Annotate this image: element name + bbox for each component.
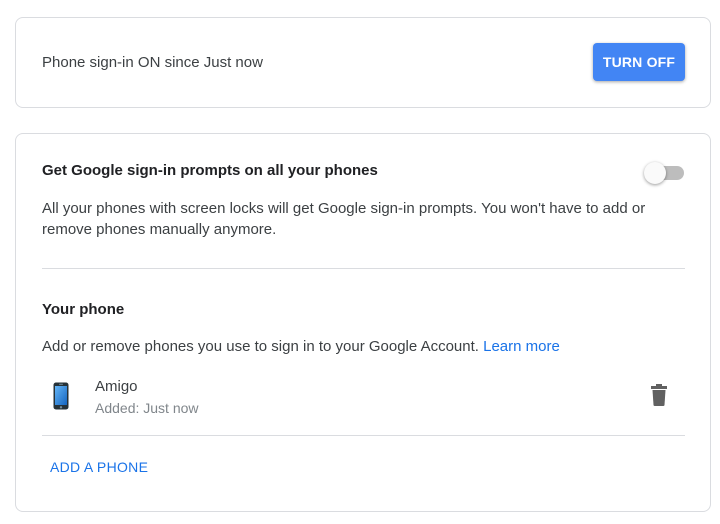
phone-list-divider (42, 435, 685, 436)
smartphone-icon (53, 382, 69, 415)
phone-signin-status-card: Phone sign-in ON since Just now TURN OFF (15, 17, 711, 108)
learn-more-link[interactable]: Learn more (483, 338, 560, 355)
section-divider (42, 268, 685, 269)
add-phone-button[interactable]: ADD A PHONE (50, 459, 148, 475)
trash-icon[interactable] (651, 384, 667, 406)
prompts-toggle[interactable] (644, 162, 686, 184)
your-phone-description-text: Add or remove phones you use to sign in … (42, 338, 479, 355)
phone-added-date: Added: Just now (95, 400, 199, 416)
prompts-section-title: Get Google sign-in prompts on all your p… (42, 162, 378, 179)
phone-signin-status-text: Phone sign-in ON since Just now (42, 54, 263, 71)
phone-name: Amigo (95, 378, 138, 395)
phone-settings-card: Get Google sign-in prompts on all your p… (15, 133, 711, 512)
phone-list-item: Amigo Added: Just now (42, 374, 685, 420)
your-phone-title: Your phone (42, 301, 125, 318)
your-phone-description: Add or remove phones you use to sign in … (42, 336, 560, 357)
prompts-description: All your phones with screen locks will g… (42, 200, 646, 238)
toggle-thumb (644, 162, 666, 184)
turn-off-button[interactable]: TURN OFF (593, 43, 685, 81)
